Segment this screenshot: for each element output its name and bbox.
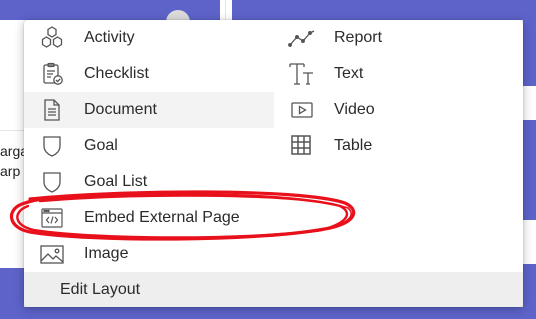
menu-item-goal-list[interactable]: Goal List xyxy=(24,164,274,200)
menu-item-checklist[interactable]: Checklist xyxy=(24,56,274,92)
image-icon xyxy=(38,240,66,268)
menu-item-report[interactable]: Report xyxy=(274,20,523,56)
edit-layout-label: Edit Layout xyxy=(60,280,141,298)
menu-item-video[interactable]: Video xyxy=(274,92,523,128)
menu-item-goal[interactable]: Goal xyxy=(24,128,274,164)
menu-item-embed-external-page[interactable]: Embed External Page xyxy=(24,200,274,236)
menu-item-activity[interactable]: Activity xyxy=(24,20,274,56)
menu-item-label: Image xyxy=(84,245,129,262)
menu-item-label: Report xyxy=(334,29,383,46)
menu-item-label: Goal xyxy=(84,137,118,154)
menu-item-text[interactable]: Text xyxy=(274,56,523,92)
hexagons-icon xyxy=(38,24,66,52)
menu-item-label: Checklist xyxy=(84,65,149,82)
menu-item-label: Document xyxy=(84,101,157,118)
grid-table-icon xyxy=(288,132,316,160)
menu-item-image[interactable]: Image xyxy=(24,236,274,272)
menu-item-label: Activity xyxy=(84,29,135,46)
menu-item-document[interactable]: Document xyxy=(24,92,274,128)
shield-icon xyxy=(38,168,66,196)
line-chart-icon xyxy=(288,24,316,52)
text-icon xyxy=(288,60,316,88)
menu-item-label: Goal List xyxy=(84,173,148,190)
side-panel-purple xyxy=(523,20,536,86)
menu-item-label: Text xyxy=(334,65,364,82)
clipboard-check-icon xyxy=(38,60,66,88)
bottom-bar xyxy=(0,307,536,319)
menu-item-label: Embed External Page xyxy=(84,209,240,226)
edit-layout-button[interactable]: Edit Layout xyxy=(24,272,523,307)
document-icon xyxy=(38,96,66,124)
divider xyxy=(0,130,24,131)
side-panel-purple-2 xyxy=(523,120,536,220)
menu-item-table[interactable]: Table xyxy=(274,128,523,164)
header-bar-right xyxy=(232,0,536,20)
menu-item-label: Video xyxy=(334,101,375,118)
divider-vertical xyxy=(225,0,226,20)
code-window-icon xyxy=(38,204,66,232)
play-icon xyxy=(288,96,316,124)
menu-item-label: Table xyxy=(334,137,373,154)
shield-icon xyxy=(38,132,66,160)
add-widget-menu: Activity Checklist Document Goal Goal Li… xyxy=(24,20,523,307)
